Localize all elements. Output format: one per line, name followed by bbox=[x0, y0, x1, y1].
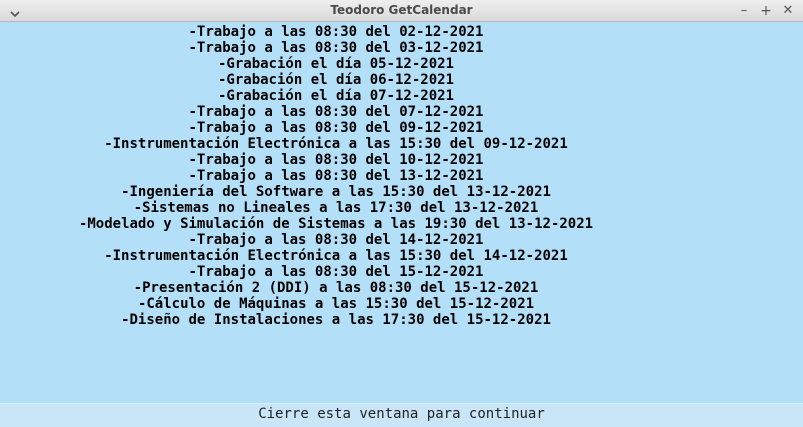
event-item: -Grabación el día 05-12-2021 bbox=[217, 56, 454, 72]
title-bar[interactable]: Teodoro GetCalendar – + ✕ bbox=[0, 0, 803, 22]
event-item: -Trabajo a las 08:30 del 07-12-2021 bbox=[188, 104, 484, 120]
event-item: -Instrumentación Electrónica a las 15:30… bbox=[104, 136, 568, 152]
status-bar: Cierre esta ventana para continuar bbox=[0, 403, 803, 427]
minimize-icon[interactable]: – bbox=[736, 3, 752, 19]
event-item: -Ingeniería del Software a las 15:30 del… bbox=[121, 184, 551, 200]
close-icon[interactable]: ✕ bbox=[780, 3, 796, 19]
event-item: -Trabajo a las 08:30 del 10-12-2021 bbox=[188, 152, 484, 168]
event-list: -Trabajo a las 08:30 del 02-12-2021 -Tra… bbox=[0, 22, 803, 402]
event-item: -Grabación el día 07-12-2021 bbox=[217, 88, 454, 104]
event-item: -Sistemas no Lineales a las 17:30 del 13… bbox=[133, 200, 539, 216]
event-item: -Trabajo a las 08:30 del 13-12-2021 bbox=[188, 168, 484, 184]
event-item: -Trabajo a las 08:30 del 09-12-2021 bbox=[188, 120, 484, 136]
event-item: -Modelado y Simulación de Sistemas a las… bbox=[78, 216, 594, 232]
event-item: -Instrumentación Electrónica a las 15:30… bbox=[104, 248, 568, 264]
event-item: -Grabación el día 06-12-2021 bbox=[217, 72, 454, 88]
event-item: -Trabajo a las 08:30 del 15-12-2021 bbox=[188, 264, 484, 280]
event-item: -Presentación 2 (DDI) a las 08:30 del 15… bbox=[133, 280, 539, 296]
event-item: -Trabajo a las 08:30 del 03-12-2021 bbox=[188, 40, 484, 56]
maximize-icon[interactable]: + bbox=[758, 3, 774, 19]
close-instruction-text: Cierre esta ventana para continuar bbox=[258, 406, 545, 422]
event-item: -Trabajo a las 08:30 del 14-12-2021 bbox=[188, 232, 484, 248]
event-item: -Cálculo de Máquinas a las 15:30 del 15-… bbox=[137, 296, 535, 312]
event-item: -Trabajo a las 08:30 del 02-12-2021 bbox=[188, 24, 484, 40]
event-item: -Diseño de Instalaciones a las 17:30 del… bbox=[121, 312, 551, 328]
window-title: Teodoro GetCalendar bbox=[330, 3, 473, 17]
